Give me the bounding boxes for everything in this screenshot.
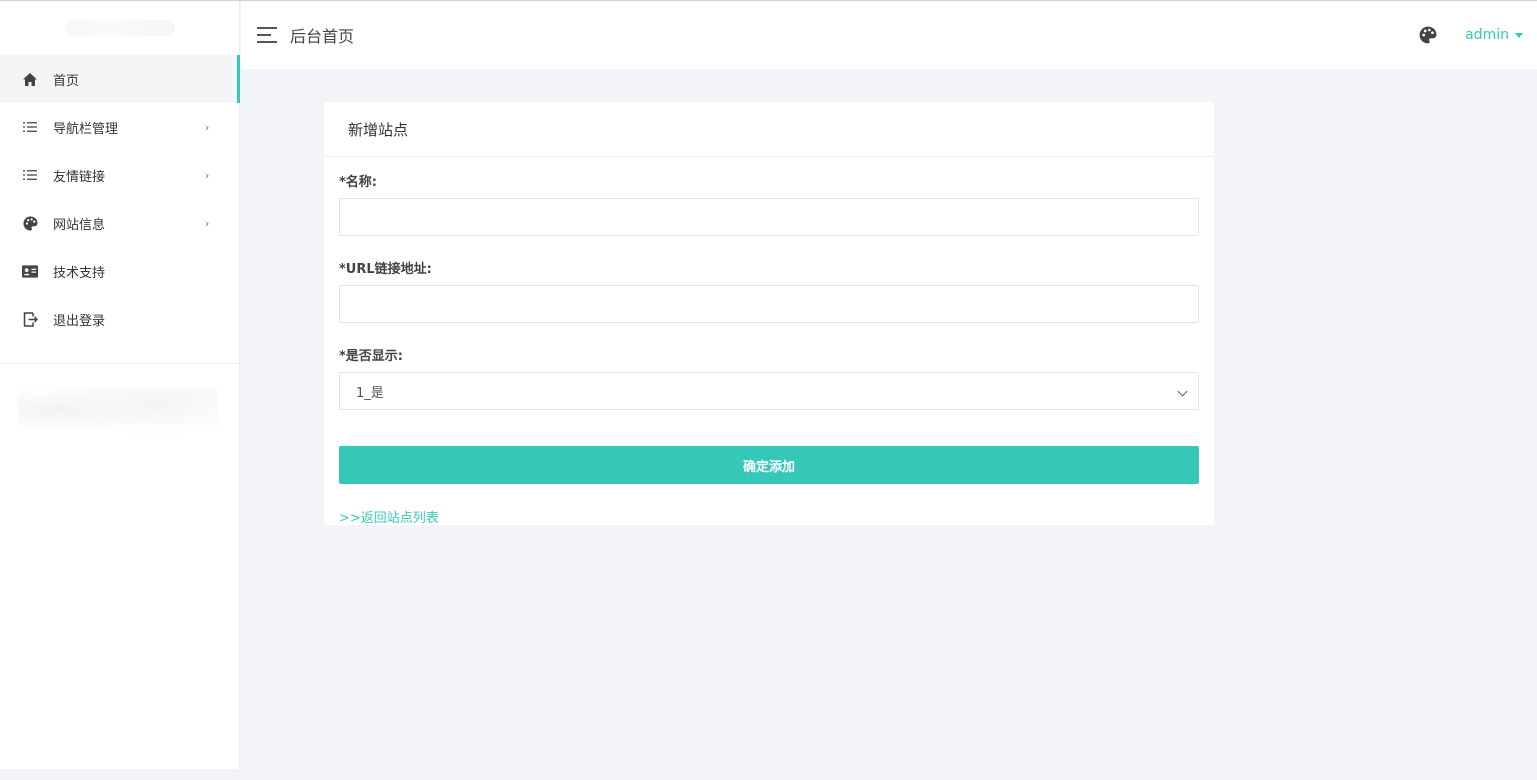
sidebar-item-label: 友情链接 [53, 169, 106, 185]
sidebar-item-home[interactable]: 首页 [0, 55, 240, 103]
sidebar-item-site-info[interactable]: 网站信息 › [0, 199, 239, 247]
sidebar-item-label: 退出登录 [53, 313, 106, 329]
chevron-right-icon: › [205, 216, 210, 230]
sidebar-nav: 首页 导航栏管理 › 友情链接 › 网站信息 › 技术支持 退出登录 [0, 55, 240, 343]
chevron-right-icon: › [205, 168, 210, 182]
name-label: *名称: [339, 175, 377, 190]
display-select[interactable]: 1_是 [339, 372, 1199, 410]
submit-button[interactable]: 确定添加 [339, 446, 1199, 484]
back-to-list-link[interactable]: >>返回站点列表 [339, 507, 439, 526]
logout-icon [22, 311, 38, 327]
logo[interactable] [0, 1, 239, 55]
display-label: *是否显示: [339, 349, 403, 364]
top-header: 后台首页 admin [241, 1, 1537, 69]
page-title: 后台首页 [290, 27, 355, 46]
add-site-card: 新增站点 *名称: *URL链接地址: *是否显示: 1_是 确定添加 >>返回… [324, 102, 1214, 526]
sidebar-item-tech-support[interactable]: 技术支持 [0, 247, 239, 295]
caret-down-icon [1515, 32, 1523, 38]
sidebar-item-label: 首页 [53, 73, 80, 89]
sidebar-divider [0, 363, 239, 364]
id-card-icon [22, 263, 38, 279]
username: admin [1465, 27, 1509, 43]
logo-image [64, 20, 175, 36]
sidebar-item-label: 网站信息 [53, 217, 106, 233]
sidebar-item-nav-management[interactable]: 导航栏管理 › [0, 103, 239, 151]
sidebar-item-label: 导航栏管理 [53, 121, 119, 137]
home-icon [22, 71, 38, 87]
header-actions: admin [1419, 26, 1537, 44]
url-input[interactable] [339, 285, 1199, 323]
list-icon [22, 119, 38, 135]
add-site-form: *名称: *URL链接地址: *是否显示: 1_是 确定添加 >>返回站点列表 [324, 157, 1214, 526]
list-icon [22, 167, 38, 183]
name-input[interactable] [339, 198, 1199, 236]
palette-icon[interactable] [1419, 26, 1437, 44]
card-title: 新增站点 [324, 102, 1214, 157]
user-menu[interactable]: admin [1465, 27, 1523, 43]
sidebar-item-label: 技术支持 [53, 265, 106, 281]
chevron-down-icon [1177, 386, 1188, 397]
sidebar: 首页 导航栏管理 › 友情链接 › 网站信息 › 技术支持 退出登录 [0, 1, 240, 769]
sidebar-item-logout[interactable]: 退出登录 [0, 295, 239, 343]
display-selected-value: 1_是 [356, 385, 384, 401]
hamburger-icon[interactable] [257, 27, 279, 43]
palette-icon [22, 215, 38, 231]
chevron-right-icon: › [205, 120, 210, 134]
url-label: *URL链接地址: [339, 262, 432, 277]
sidebar-decoration [18, 386, 218, 444]
sidebar-item-friend-links[interactable]: 友情链接 › [0, 151, 239, 199]
